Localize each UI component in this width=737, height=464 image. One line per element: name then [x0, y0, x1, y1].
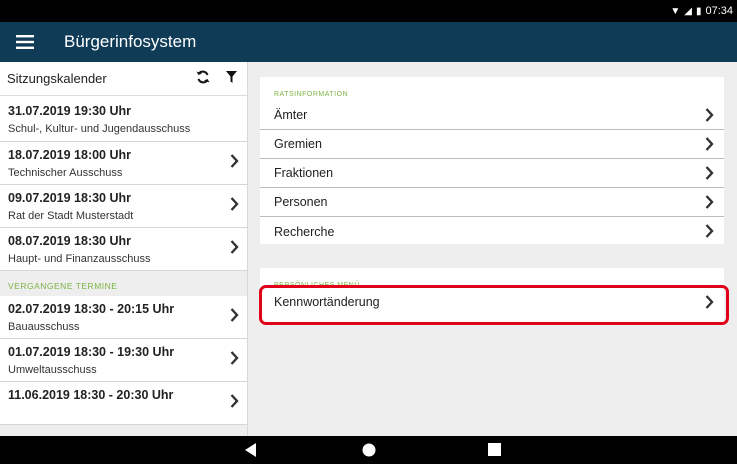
status-bar: ▼ ◢ ▮ 07:34: [0, 0, 737, 22]
chevron-right-icon: [230, 240, 239, 259]
chevron-right-icon: [705, 224, 714, 241]
menu-row-label: Fraktionen: [274, 166, 334, 180]
filter-icon[interactable]: [226, 71, 237, 86]
meeting-datetime: 09.07.2019 18:30 Uhr: [8, 191, 132, 205]
ratsinfo-row[interactable]: Recherche: [260, 217, 724, 246]
chevron-right-icon: [230, 308, 239, 327]
menu-row-label: Personen: [274, 195, 328, 209]
meeting-list-item[interactable]: 18.07.2019 18:00 Uhr Technischer Ausschus…: [0, 142, 247, 185]
upcoming-list: 31.07.2019 19:30 Uhr Schul-, Kultur- und …: [0, 96, 247, 271]
chevron-right-icon: [705, 195, 714, 212]
ratsinfo-card: RATSINFORMATION Ämter Gremien Fraktionen Pe…: [260, 77, 724, 244]
status-time: 07:34: [705, 5, 733, 17]
refresh-icon[interactable]: [196, 70, 210, 87]
meeting-committee: Haupt- und Finanzausschuss: [8, 253, 151, 265]
app-title: Bürgerinfosystem: [64, 32, 197, 51]
meeting-committee: Schul-, Kultur- und Jugendausschuss: [8, 123, 191, 135]
chevron-right-icon: [705, 166, 714, 183]
home-icon[interactable]: [362, 443, 376, 462]
app-bar: Bürgerinfosystem: [0, 22, 737, 62]
back-icon[interactable]: [245, 443, 257, 462]
meeting-datetime: 02.07.2019 18:30 - 20:15 Uhr: [8, 302, 175, 316]
past-section-label: VERGANGENE TERMINE: [8, 281, 118, 291]
sidebar-header: Sitzungskalender: [0, 62, 247, 96]
meeting-datetime: 01.07.2019 18:30 - 19:30 Uhr: [8, 345, 175, 359]
ratsinfo-row[interactable]: Fraktionen: [260, 159, 724, 188]
menu-row-label: Gremien: [274, 137, 322, 151]
chevron-right-icon: [230, 154, 239, 173]
menu-row-label: Recherche: [274, 224, 335, 239]
meeting-list-item[interactable]: 11.06.2019 18:30 - 20:30 Uhr: [0, 382, 247, 425]
highlight-box: [259, 285, 729, 325]
battery-icon: ▮: [695, 5, 702, 17]
sidebar: Sitzungskalender 31.07.2019 19:30 Uhr Sch…: [0, 62, 248, 436]
meeting-list-item[interactable]: 09.07.2019 18:30 Uhr Rat der Stadt Muster…: [0, 185, 247, 228]
meeting-datetime: 31.07.2019 19:30 Uhr: [8, 104, 132, 118]
past-list: 02.07.2019 18:30 - 20:15 Uhr Bauausschuss…: [0, 296, 247, 425]
recent-apps-icon[interactable]: [488, 443, 501, 461]
meeting-committee: Umweltausschuss: [8, 364, 97, 376]
meeting-committee: Technischer Ausschuss: [8, 167, 123, 179]
ratsinfo-row[interactable]: Gremien: [260, 130, 724, 159]
ratsinfo-section-label: RATSINFORMATION: [274, 91, 349, 98]
ratsinfo-row[interactable]: Ämter: [260, 101, 724, 130]
meeting-list-item[interactable]: 31.07.2019 19:30 Uhr Schul-, Kultur- und …: [0, 96, 247, 142]
meeting-list-item[interactable]: 02.07.2019 18:30 - 20:15 Uhr Bauausschuss: [0, 296, 247, 339]
signal-icon: ◢: [684, 5, 692, 17]
wifi-icon: ▼: [670, 5, 681, 17]
meeting-datetime: 08.07.2019 18:30 Uhr: [8, 234, 132, 248]
nav-bar: [0, 436, 737, 464]
meeting-list-item[interactable]: 08.07.2019 18:30 Uhr Haupt- und Finanzaus…: [0, 228, 247, 271]
main-panel: RATSINFORMATION Ämter Gremien Fraktionen Pe…: [248, 62, 737, 436]
meeting-datetime: 18.07.2019 18:00 Uhr: [8, 148, 132, 162]
chevron-right-icon: [705, 137, 714, 154]
meeting-list-item[interactable]: 01.07.2019 18:30 - 19:30 Uhr Umweltaussch…: [0, 339, 247, 382]
ratsinfo-row[interactable]: Personen: [260, 188, 724, 217]
menu-icon[interactable]: [0, 22, 50, 62]
meeting-datetime: 11.06.2019 18:30 - 20:30 Uhr: [8, 388, 174, 402]
chevron-right-icon: [230, 351, 239, 370]
chevron-right-icon: [230, 197, 239, 216]
meeting-committee: Rat der Stadt Musterstadt: [8, 210, 134, 222]
sidebar-title: Sitzungskalender: [7, 71, 107, 86]
chevron-right-icon: [705, 108, 714, 125]
menu-row-label: Ämter: [274, 108, 308, 122]
meeting-committee: Bauausschuss: [8, 321, 80, 333]
chevron-right-icon: [230, 394, 239, 413]
